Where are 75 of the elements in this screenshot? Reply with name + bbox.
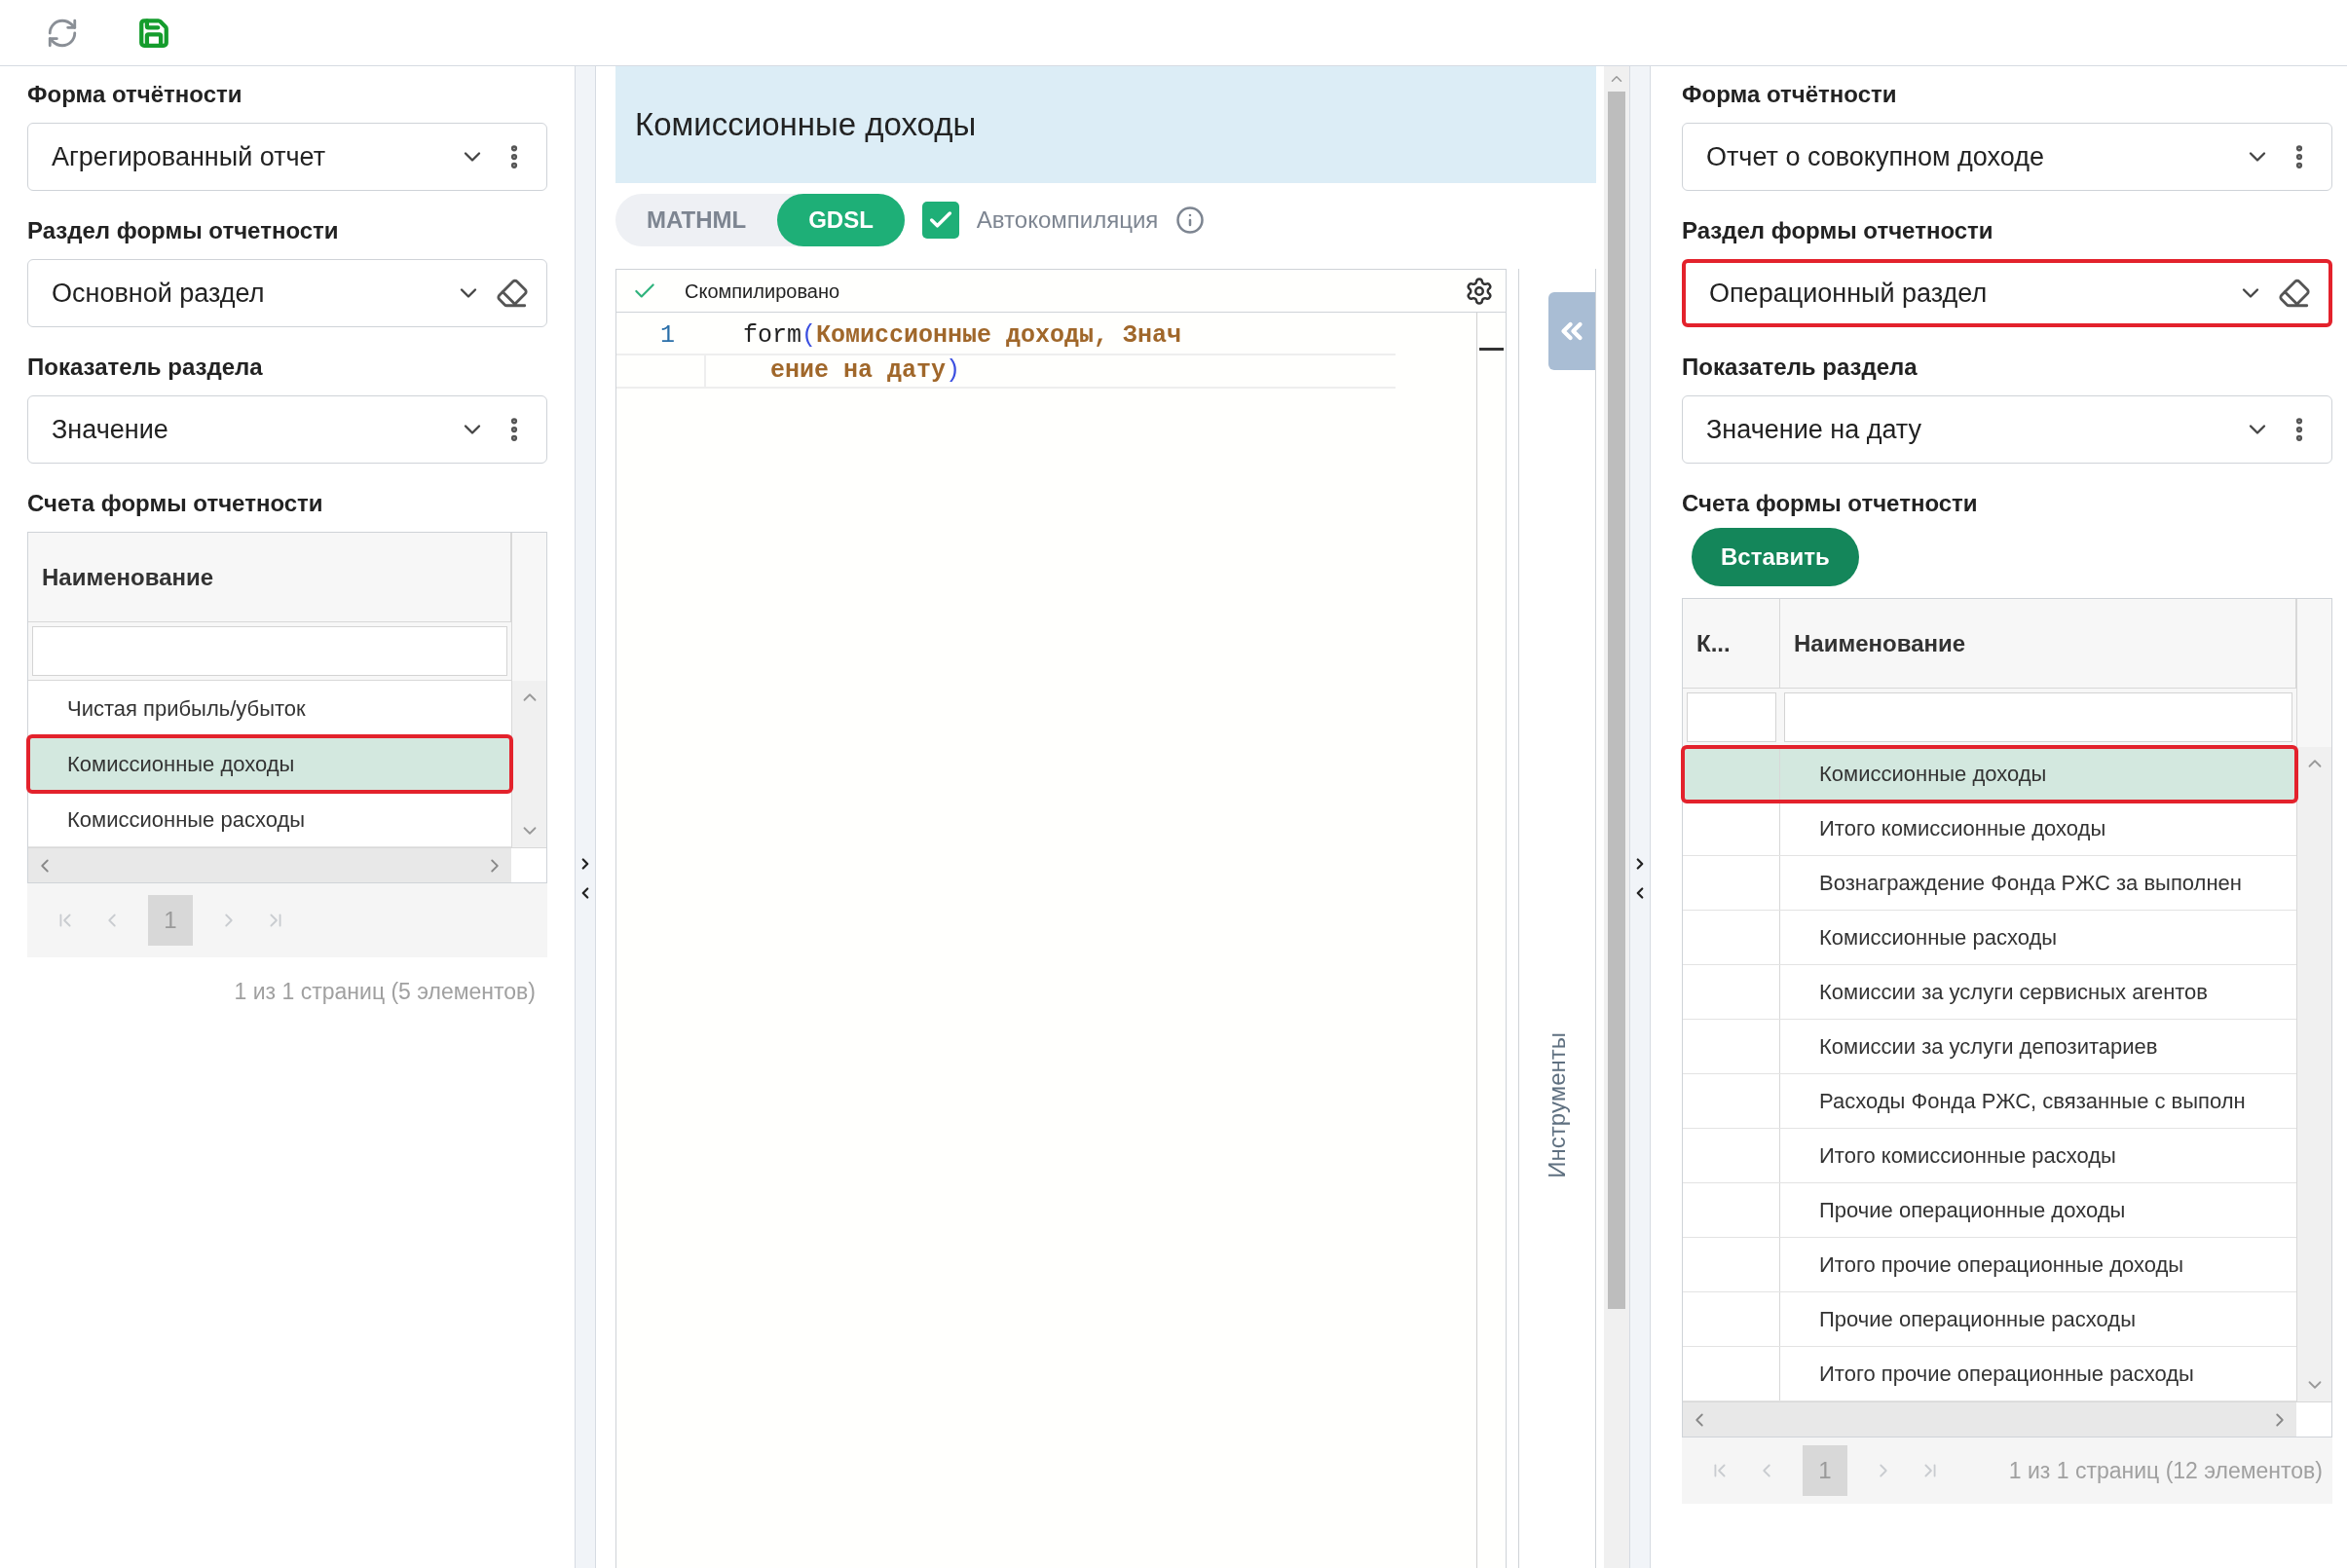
account-name: Прочие операционные доходы (1819, 1197, 2126, 1224)
autocompile-label: Автокомпиляция (976, 205, 1159, 235)
formula-title: Комиссионные доходы (635, 105, 977, 145)
account-name: Итого прочие операционные доходы (1819, 1251, 2184, 1279)
dropdown-field[interactable]: Операционный раздел (1682, 259, 2332, 327)
section-label: Счета формы отчетности (1682, 489, 1979, 518)
save-icon (137, 16, 170, 50)
line-number: 1 (659, 320, 676, 353)
table-row[interactable]: Расходы Фонда РЖС, связанные с выполн (1683, 1074, 2296, 1129)
account-name: Расходы Фонда РЖС, связанные с выполн (1819, 1088, 2246, 1115)
dropdown-field[interactable]: Агрегированный отчет (27, 123, 547, 191)
field-label: Раздел формы отчетности (1682, 216, 1994, 245)
table-row[interactable]: Вознаграждение Фонда РЖС за выполнен (1683, 856, 2296, 911)
dropdown-field[interactable]: Отчет о совокупном доходе (1682, 123, 2332, 191)
filter-field[interactable] (1687, 692, 1776, 742)
table-row[interactable]: Итого комиссионные доходы (1683, 802, 2296, 856)
account-name: Комиссионные доходы (1819, 761, 2047, 788)
field-value: Отчет о совокупном доходе (1706, 140, 2045, 173)
tools-panel-label[interactable]: Инструменты (1540, 1032, 1575, 1178)
filter-field[interactable] (32, 626, 507, 676)
account-name: Комиссии за услуги депозитариев (1819, 1033, 2158, 1061)
table-row[interactable]: Комиссионные расходы (28, 792, 511, 847)
info-icon[interactable] (1175, 205, 1206, 235)
settings-icon[interactable] (1465, 276, 1494, 306)
table-row[interactable]: Прочие операционные доходы (1683, 1183, 2296, 1238)
vertical-scrollbar[interactable] (2296, 747, 2331, 1401)
field-label: Форма отчётности (1682, 80, 1898, 109)
insert-button[interactable]: Вставить (1692, 528, 1859, 586)
account-name: Комиссионные расходы (67, 805, 306, 834)
vertical-scrollbar[interactable] (1604, 66, 1629, 1568)
page-info: 1 из 1 страниц (5 элементов) (234, 978, 536, 1006)
horizontal-scrollbar[interactable] (28, 848, 511, 882)
field-label: Показатель раздела (27, 353, 264, 382)
vertical-scrollbar[interactable] (511, 681, 546, 847)
table-row[interactable]: Комиссионные доходы (1683, 747, 2296, 802)
horizontal-scrollbar[interactable] (1683, 1402, 2296, 1437)
eraser-icon[interactable] (496, 277, 529, 310)
section-label: Счета формы отчетности (27, 489, 324, 518)
account-name: Комиссионные доходы (67, 750, 295, 778)
field-value: Операционный раздел (1709, 277, 1989, 310)
table-row[interactable]: Прочие операционные расходы (1683, 1292, 2296, 1347)
code-line: form(Комиссионные доходы, Знач (742, 320, 1182, 353)
field-label: Форма отчётности (27, 80, 243, 109)
dropdown-field[interactable]: Значение (27, 395, 547, 464)
eraser-icon[interactable] (2278, 277, 2311, 310)
column-header[interactable]: К... (1683, 599, 1780, 688)
dropdown-field[interactable]: Значение на дату (1682, 395, 2332, 464)
table-row[interactable]: Итого комиссионные расходы (1683, 1129, 2296, 1183)
table-row[interactable]: Комиссионные доходы (28, 736, 511, 792)
dropdown-field[interactable]: Основной раздел (27, 259, 547, 327)
field-label: Раздел формы отчетности (27, 216, 340, 245)
table-row[interactable]: Итого прочие операционные доходы (1683, 1238, 2296, 1292)
field-value: Основной раздел (52, 277, 266, 310)
table-row[interactable]: Комиссионные расходы (1683, 911, 2296, 965)
account-name: Комиссионные расходы (1819, 924, 2058, 952)
account-name: Итого комиссионные доходы (1819, 815, 2106, 842)
account-name: Чистая прибыль/убыток (67, 694, 306, 723)
account-name: Итого комиссионные расходы (1819, 1142, 2116, 1170)
account-name: Вознаграждение Фонда РЖС за выполнен (1819, 870, 2242, 897)
field-value: Агрегированный отчет (52, 140, 327, 173)
autocompile-checkbox[interactable] (921, 202, 959, 239)
field-value: Значение (52, 413, 169, 446)
account-name: Прочие операционные расходы (1819, 1306, 2136, 1333)
code-line: ение на дату) (769, 355, 961, 388)
field-value: Значение на дату (1706, 413, 1922, 446)
page-info: 1 из 1 страниц (12 элементов) (2008, 1456, 2323, 1485)
filter-field[interactable] (1784, 692, 2292, 742)
table-row[interactable]: Итого прочие операционные расходы (1683, 1347, 2296, 1401)
account-name: Комиссии за услуги сервисных агентов (1819, 979, 2209, 1006)
account-name: Итого прочие операционные расходы (1819, 1361, 2194, 1388)
compile-status: Скомпилировано (685, 279, 841, 304)
field-label: Показатель раздела (1682, 353, 1919, 382)
table-row[interactable]: Комиссии за услуги депозитариев (1683, 1020, 2296, 1074)
collapse-tools-button[interactable] (1548, 292, 1595, 370)
table-row[interactable]: Комиссии за услуги сервисных агентов (1683, 965, 2296, 1020)
